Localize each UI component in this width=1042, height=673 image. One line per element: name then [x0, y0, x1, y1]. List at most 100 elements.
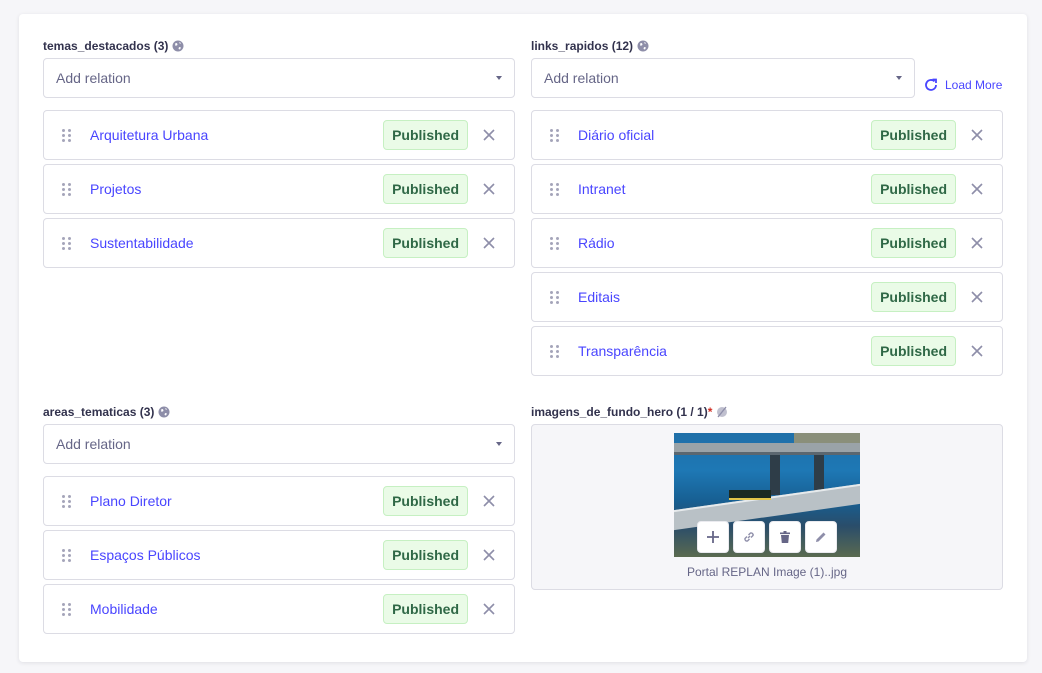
copy-link-button[interactable]	[733, 521, 765, 553]
relation-link[interactable]: Sustentabilidade	[90, 235, 383, 251]
select-placeholder: Add relation	[544, 70, 619, 86]
close-icon	[483, 183, 495, 195]
add-relation-select[interactable]: Add relation	[43, 58, 515, 98]
relation-link[interactable]: Rádio	[578, 235, 871, 251]
close-icon	[483, 237, 495, 249]
status-badge: Published	[383, 120, 468, 150]
relation-item: Intranet Published	[531, 164, 1003, 214]
field-label-text: imagens_de_fundo_hero (1 / 1)*	[531, 404, 712, 420]
select-placeholder: Add relation	[56, 436, 131, 452]
add-relation-select[interactable]: Add relation	[43, 424, 515, 464]
relation-item: Mobilidade Published	[43, 584, 515, 634]
close-icon	[483, 129, 495, 141]
field-areas-tematicas: areas_tematicas (3) Add relation Plano D…	[43, 404, 515, 634]
relation-link[interactable]: Projetos	[90, 181, 383, 197]
remove-relation-button[interactable]	[482, 128, 496, 142]
field-links-rapidos: links_rapidos (12) Add relation Load Mor…	[531, 38, 1003, 376]
drag-handle-icon[interactable]	[550, 344, 562, 358]
close-icon	[971, 183, 983, 195]
media-preview: Portal REPLAN Image (1)..jpg	[531, 424, 1003, 590]
drag-handle-icon[interactable]	[62, 128, 74, 142]
remove-relation-button[interactable]	[970, 236, 984, 250]
status-badge: Published	[383, 174, 468, 204]
link-icon	[744, 532, 754, 542]
close-icon	[483, 549, 495, 561]
refresh-icon	[925, 78, 937, 91]
relation-link[interactable]: Plano Diretor	[90, 493, 383, 509]
status-badge: Published	[383, 594, 468, 624]
plus-icon	[707, 531, 719, 543]
remove-relation-button[interactable]	[482, 182, 496, 196]
relation-item: Transparência Published	[531, 326, 1003, 376]
remove-relation-button[interactable]	[970, 344, 984, 358]
relation-link[interactable]: Intranet	[578, 181, 871, 197]
trash-icon	[780, 531, 790, 543]
relation-item: Projetos Published	[43, 164, 515, 214]
relation-link[interactable]: Espaços Públicos	[90, 547, 383, 563]
field-label-text: temas_destacados (3)	[43, 39, 169, 53]
drag-handle-icon[interactable]	[62, 236, 74, 250]
relation-list: Arquitetura Urbana Published Projetos Pu…	[43, 110, 515, 268]
load-more-button[interactable]: Load More	[923, 73, 1002, 97]
status-badge: Published	[871, 174, 956, 204]
field-label-text: links_rapidos (12)	[531, 39, 634, 53]
drag-handle-icon[interactable]	[62, 602, 74, 616]
remove-relation-button[interactable]	[970, 290, 984, 304]
close-icon	[971, 345, 983, 357]
relation-list: Plano Diretor Published Espaços Públicos…	[43, 476, 515, 634]
field-label: imagens_de_fundo_hero (1 / 1)*	[531, 404, 1003, 420]
close-icon	[971, 291, 983, 303]
relation-link[interactable]: Diário oficial	[578, 127, 871, 143]
remove-relation-button[interactable]	[482, 494, 496, 508]
close-icon	[971, 237, 983, 249]
delete-media-button[interactable]	[769, 521, 801, 553]
relation-item: Rádio Published	[531, 218, 1003, 268]
remove-relation-button[interactable]	[482, 548, 496, 562]
remove-relation-button[interactable]	[482, 602, 496, 616]
field-label: areas_tematicas (3)	[43, 404, 515, 420]
status-badge: Published	[871, 228, 956, 258]
drag-handle-icon[interactable]	[550, 236, 562, 250]
edit-media-button[interactable]	[805, 521, 837, 553]
status-badge: Published	[383, 228, 468, 258]
relation-item: Editais Published	[531, 272, 1003, 322]
close-icon	[483, 495, 495, 507]
globe-off-icon	[717, 406, 728, 418]
remove-relation-button[interactable]	[482, 236, 496, 250]
relation-item: Espaços Públicos Published	[43, 530, 515, 580]
drag-handle-icon[interactable]	[62, 494, 74, 508]
field-imagens-de-fundo-hero: imagens_de_fundo_hero (1 / 1)* Portal RE…	[531, 404, 1003, 590]
relation-link[interactable]: Editais	[578, 289, 871, 305]
drag-handle-icon[interactable]	[550, 128, 562, 142]
status-badge: Published	[383, 486, 468, 516]
add-relation-select[interactable]: Add relation	[531, 58, 915, 98]
drag-handle-icon[interactable]	[62, 548, 74, 562]
pencil-icon	[816, 532, 826, 542]
globe-icon	[172, 40, 184, 52]
globe-icon	[158, 406, 170, 418]
remove-relation-button[interactable]	[970, 182, 984, 196]
relation-link[interactable]: Mobilidade	[90, 601, 383, 617]
add-media-button[interactable]	[697, 521, 729, 553]
field-label: links_rapidos (12)	[531, 38, 1003, 54]
field-temas-destacados: temas_destacados (3) Add relation Arquit…	[43, 38, 515, 268]
remove-relation-button[interactable]	[970, 128, 984, 142]
load-more-label: Load More	[945, 78, 1003, 92]
content-card: temas_destacados (3) Add relation Arquit…	[19, 14, 1027, 662]
relation-item: Plano Diretor Published	[43, 476, 515, 526]
status-badge: Published	[871, 120, 956, 150]
relation-link[interactable]: Transparência	[578, 343, 871, 359]
caret-down-icon	[496, 76, 502, 80]
relation-item: Sustentabilidade Published	[43, 218, 515, 268]
media-filename: Portal REPLAN Image (1)..jpg	[686, 565, 848, 579]
field-label: temas_destacados (3)	[43, 38, 515, 54]
status-badge: Published	[871, 282, 956, 312]
close-icon	[483, 603, 495, 615]
drag-handle-icon[interactable]	[550, 290, 562, 304]
close-icon	[971, 129, 983, 141]
relation-link[interactable]: Arquitetura Urbana	[90, 127, 383, 143]
required-mark: *	[707, 405, 713, 419]
drag-handle-icon[interactable]	[550, 182, 562, 196]
drag-handle-icon[interactable]	[62, 182, 74, 196]
globe-icon	[637, 40, 649, 52]
